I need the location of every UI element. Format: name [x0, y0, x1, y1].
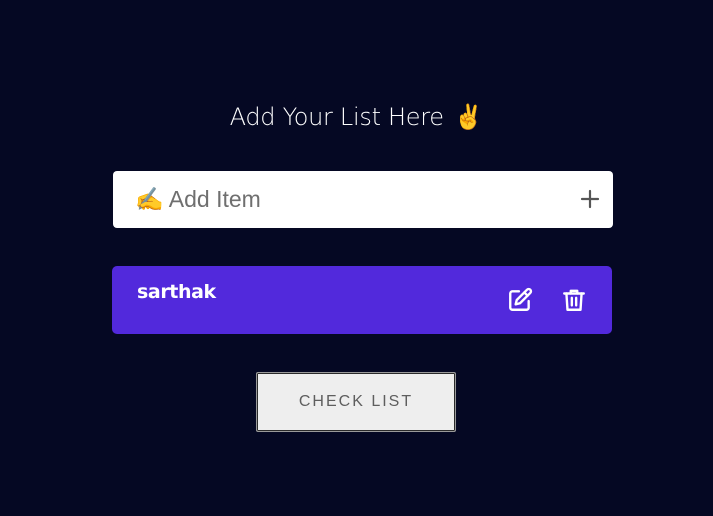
add-item-box	[113, 171, 613, 228]
trash-icon[interactable]	[561, 287, 587, 313]
list-item: sarthak	[112, 266, 612, 334]
add-item-input[interactable]	[113, 171, 553, 228]
edit-icon[interactable]	[507, 287, 533, 313]
list-item-text: sarthak	[137, 281, 216, 303]
victory-hand-icon: ✌️	[453, 103, 484, 131]
page-title-text: Add Your List Here	[229, 103, 444, 131]
check-list-button[interactable]: CHECK LIST	[256, 372, 456, 432]
page-title: Add Your List Here ✌️	[0, 98, 713, 136]
plus-icon[interactable]	[579, 188, 601, 210]
